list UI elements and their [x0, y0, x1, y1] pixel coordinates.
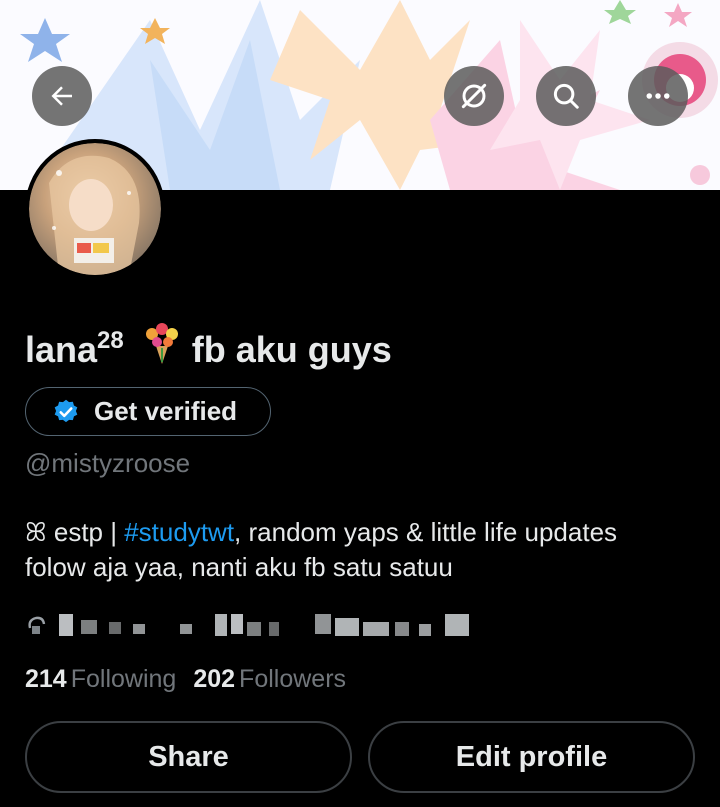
profile-handle: @mistyzroose [25, 448, 191, 478]
get-verified-label: Get verified [94, 396, 238, 426]
following-label: Following [70, 665, 177, 693]
display-name-superscript: 28 [97, 327, 124, 354]
follow-stats: 214 Following 202 Followers [25, 665, 346, 694]
bio-hashtag-link[interactable]: #studytwt [124, 517, 234, 547]
more-options-button[interactable] [628, 66, 688, 126]
followers-link[interactable]: 202 Followers [193, 665, 346, 693]
bouquet-icon [142, 322, 182, 375]
display-name-text: lana [25, 329, 98, 370]
display-name: lana28 fb aku guys [25, 322, 392, 375]
grok-button[interactable] [444, 66, 504, 126]
followers-label: Followers [239, 665, 347, 693]
arrow-left-icon [47, 81, 77, 111]
following-count: 214 [25, 665, 67, 693]
get-verified-button[interactable]: Get verified [25, 387, 271, 436]
display-name-suffix: fb aku guys [191, 329, 392, 370]
profile-bio: ꕤ estp | #studytwt, random yaps & little… [25, 515, 705, 585]
verified-badge-icon [52, 398, 80, 426]
bio-line-2: folow aja yaa, nanti aku fb satu satuu [25, 552, 453, 582]
edit-profile-button[interactable]: Edit profile [368, 721, 695, 793]
bio-line-1: ꕤ estp | #studytwt, random yaps & little… [25, 515, 705, 550]
profile-avatar[interactable] [25, 139, 165, 279]
link-icon [28, 616, 46, 634]
following-link[interactable]: 214 Following [25, 665, 176, 693]
share-button[interactable]: Share [25, 721, 352, 793]
bio-text-after-tag: , random yaps & little life updates [234, 517, 618, 547]
grok-slash-circle-icon [458, 80, 490, 112]
bio-text-before-tag: estp | [46, 517, 125, 547]
avatar-photo [29, 143, 161, 275]
redacted-link-row [25, 610, 485, 642]
search-button[interactable] [536, 66, 596, 126]
followers-count: 202 [193, 665, 236, 693]
bio-prefix-symbol: ꕤ [25, 517, 47, 547]
search-icon [551, 81, 581, 111]
back-button[interactable] [32, 66, 92, 126]
more-dots-icon [643, 81, 673, 111]
